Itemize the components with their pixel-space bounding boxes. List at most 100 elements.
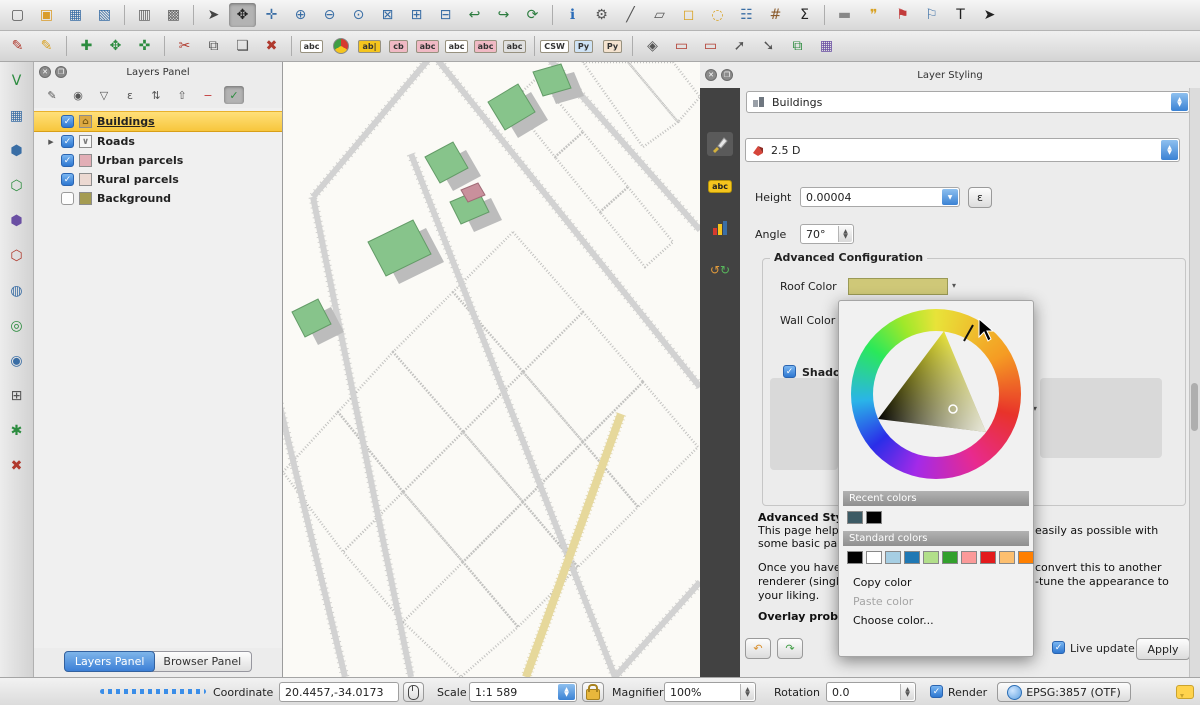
styling-dock-toggle-icon[interactable]: ✓	[224, 86, 244, 104]
add-wms-layer-icon[interactable]: ◍	[5, 280, 29, 302]
height-dropdown-icon[interactable]: ▼	[942, 189, 958, 205]
new-composer-icon[interactable]: ▥	[131, 3, 158, 27]
composer-manager-icon[interactable]: ▩	[160, 3, 187, 27]
zoom-native-icon[interactable]: ⊙	[345, 3, 372, 27]
height-field[interactable]: 0.00004 ▼	[800, 187, 960, 207]
new-shapefile-icon[interactable]: ✱	[5, 420, 29, 442]
diagram-icon[interactable]	[707, 216, 733, 240]
color-swatch[interactable]	[942, 551, 958, 564]
add-mssql-layer-icon[interactable]: ⬢	[5, 210, 29, 232]
style-redo-button[interactable]: ↷	[777, 638, 803, 659]
layer-visibility-checkbox[interactable]	[61, 192, 74, 205]
run-feature-action-icon[interactable]: ⚙	[588, 3, 615, 27]
deselect-features-icon[interactable]: ◌	[704, 3, 731, 27]
layer-visibility-checkbox[interactable]: ✓	[61, 173, 74, 186]
show-bookmarks-icon[interactable]: ⚐	[918, 3, 945, 27]
renderer-combo[interactable]: 2.5 D ▲▼	[745, 138, 1180, 162]
apply-button[interactable]: Apply	[1136, 638, 1190, 660]
messages-button[interactable]	[1176, 682, 1194, 702]
current-edits-icon[interactable]: ✎	[4, 34, 31, 58]
dropdown-arrows-icon[interactable]: ▲▼	[1161, 140, 1178, 160]
extent-rectangle2-icon[interactable]: ▭	[697, 34, 724, 58]
popup-menu-item[interactable]: Copy color	[839, 573, 1033, 592]
scale-combo[interactable]: 1:1 589 ▲▼	[469, 682, 577, 702]
fade-distance-widget[interactable]	[1040, 378, 1162, 458]
add-oracle-layer-icon[interactable]: ⬡	[5, 245, 29, 267]
color-swatch[interactable]	[980, 551, 996, 564]
cut-features-icon[interactable]: ✂	[171, 34, 198, 58]
label-cb-icon[interactable]: cb	[385, 34, 412, 58]
pan-to-selection-icon[interactable]: ✛	[258, 3, 285, 27]
add-postgis-layer-icon[interactable]: ⬢	[5, 140, 29, 162]
layer-label[interactable]: Rural parcels	[97, 173, 179, 186]
scale-lock-button[interactable]	[582, 682, 604, 702]
layer-label[interactable]: Buildings	[97, 115, 155, 128]
layer-label[interactable]: Background	[97, 192, 171, 205]
styling-scrollbar[interactable]	[1189, 88, 1200, 677]
add-delimited-text-icon[interactable]: ⊞	[5, 385, 29, 407]
spinner-arrows-icon[interactable]: ▲▼	[838, 226, 852, 242]
rotation-spinner[interactable]: 0.0 ▲▼	[826, 682, 916, 702]
zoom-next-icon[interactable]: ↪	[490, 3, 517, 27]
filter-legend-icon[interactable]: ▽	[94, 86, 114, 104]
field-calculator-icon[interactable]: #	[762, 3, 789, 27]
color-swatch[interactable]	[999, 551, 1015, 564]
move-feature-icon[interactable]: ✥	[102, 34, 129, 58]
style-history-icon[interactable]: ↺↻	[707, 258, 733, 282]
layer-row[interactable]: ✓ Rural parcels	[34, 170, 282, 189]
add-raster-layer-icon[interactable]: ▦	[5, 105, 29, 127]
open-styling-icon[interactable]: ✎	[42, 86, 62, 104]
csw-catalog-icon[interactable]: CSW	[541, 34, 568, 58]
manage-themes-icon[interactable]: ◉	[68, 86, 88, 104]
layer-row[interactable]: ✓ Urban parcels	[34, 151, 282, 170]
toggle-editing-icon[interactable]: ✎	[33, 34, 60, 58]
tab-layers-panel[interactable]: Layers Panel	[64, 651, 156, 672]
project-new-icon[interactable]: ▢	[4, 3, 31, 27]
add-wfs-layer-icon[interactable]: ◉	[5, 350, 29, 372]
label-abc-gray-icon[interactable]: abc	[501, 34, 528, 58]
map-canvas[interactable]	[283, 62, 700, 677]
label-pie-icon[interactable]	[327, 34, 354, 58]
roof-color-dropdown-icon[interactable]: ▾	[952, 281, 956, 290]
scrollbar-thumb[interactable]	[1191, 383, 1198, 431]
collapse-all-icon[interactable]: ⇧	[172, 86, 192, 104]
color-triangle[interactable]	[851, 309, 1021, 479]
close-panel-icon[interactable]: ✕	[705, 69, 717, 81]
map-tips-icon[interactable]: ❞	[860, 3, 887, 27]
label-abc-pink-icon[interactable]: abc	[414, 34, 441, 58]
paste-features-icon[interactable]: ❏	[229, 34, 256, 58]
roof-color-swatch[interactable]	[848, 278, 948, 295]
live-update-checkbox[interactable]: ✓	[1052, 641, 1065, 654]
popup-menu-item[interactable]: Choose color...	[839, 611, 1033, 630]
measure-area-icon[interactable]: ▱	[646, 3, 673, 27]
add-vector-layer-icon[interactable]: V	[5, 70, 29, 92]
color-swatch[interactable]	[885, 551, 901, 564]
zoom-out-icon[interactable]: ⊖	[316, 3, 343, 27]
color-wheel[interactable]	[851, 309, 1021, 479]
crs-button[interactable]: EPSG:3857 (OTF)	[997, 682, 1131, 702]
angle-spinner[interactable]: 70° ▲▼	[800, 224, 854, 244]
height-expression-button[interactable]: ε	[968, 187, 992, 208]
symbology-brush-icon[interactable]	[707, 132, 733, 156]
spatial-select-icon[interactable]: ➘	[755, 34, 782, 58]
close-panel-icon[interactable]: ✕	[39, 66, 51, 78]
layer-visibility-checkbox[interactable]: ✓	[61, 115, 74, 128]
spatial-query-icon[interactable]: ➚	[726, 34, 753, 58]
new-bookmark-icon[interactable]: ⚑	[889, 3, 916, 27]
select-features-icon[interactable]: ◻	[675, 3, 702, 27]
delete-selected-icon[interactable]: ✖	[258, 34, 285, 58]
python-plugin-icon[interactable]: Py	[599, 34, 626, 58]
detach-panel-icon[interactable]: ❐	[721, 69, 733, 81]
python-console-icon[interactable]: Py	[570, 34, 597, 58]
spinner-arrows-icon[interactable]: ▲▼	[900, 684, 914, 700]
zoom-to-layer-icon[interactable]: ⊟	[432, 3, 459, 27]
style-undo-button[interactable]: ↶	[745, 638, 771, 659]
label-abc-icon[interactable]: abc	[298, 34, 325, 58]
layer-row[interactable]: ▶ ✓ ∨ Roads	[34, 132, 282, 151]
remove-layer-panel-icon[interactable]: −	[198, 86, 218, 104]
identify-features-icon[interactable]: ℹ	[559, 3, 586, 27]
layer-visibility-checkbox[interactable]: ✓	[61, 135, 74, 148]
color-swatch[interactable]	[866, 551, 882, 564]
add-wcs-layer-icon[interactable]: ◎	[5, 315, 29, 337]
magnifier-spinner[interactable]: 100% ▲▼	[664, 682, 756, 702]
